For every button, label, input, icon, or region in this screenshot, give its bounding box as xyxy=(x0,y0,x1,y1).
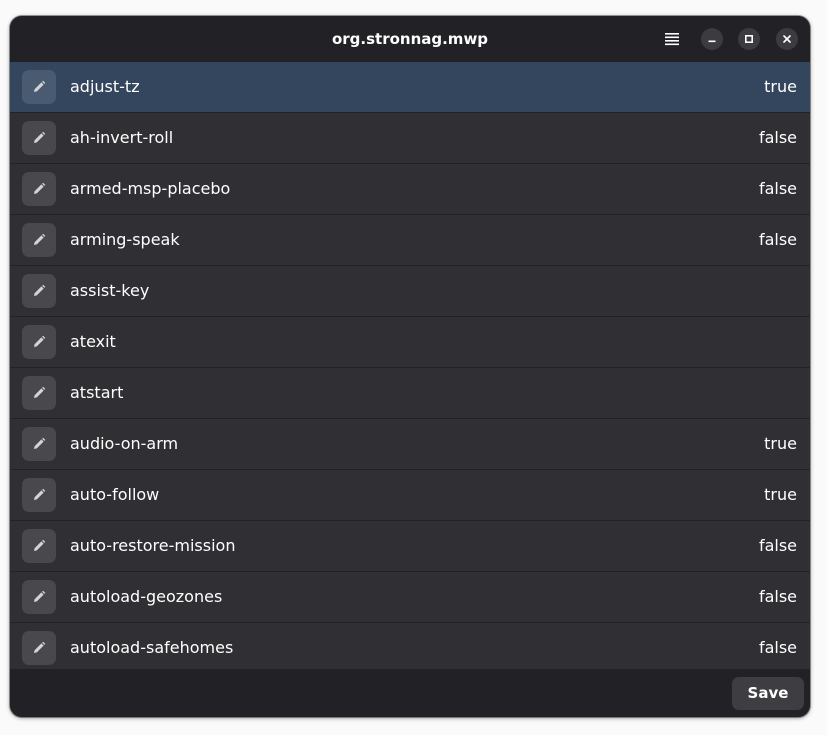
setting-name: autoload-safehomes xyxy=(70,638,234,657)
edit-button[interactable] xyxy=(22,427,56,461)
setting-value: false xyxy=(758,536,797,555)
hamburger-menu-icon xyxy=(665,33,679,46)
setting-name: adjust-tz xyxy=(70,77,140,96)
settings-row-arming-speak[interactable]: arming-speak false xyxy=(10,215,810,266)
pencil-icon xyxy=(34,335,46,347)
edit-button[interactable] xyxy=(22,121,56,155)
settings-list[interactable]: adjust-tz true ah-invert-roll false arme… xyxy=(10,62,810,669)
edit-button[interactable] xyxy=(22,274,56,308)
settings-row-autoload-safehomes[interactable]: autoload-safehomes false xyxy=(10,623,810,669)
setting-value: false xyxy=(758,179,797,198)
pencil-icon xyxy=(34,284,46,296)
footer-bar: Save xyxy=(10,669,810,717)
save-button[interactable]: Save xyxy=(732,677,804,710)
header-bar: org.stronnag.mwp xyxy=(10,16,810,62)
pencil-icon xyxy=(34,182,46,194)
maximize-button[interactable] xyxy=(738,28,760,50)
edit-button[interactable] xyxy=(22,529,56,563)
edit-button[interactable] xyxy=(22,223,56,257)
setting-name: arming-speak xyxy=(70,230,180,249)
settings-row-atstart[interactable]: atstart xyxy=(10,368,810,419)
pencil-icon xyxy=(34,233,46,245)
close-button[interactable] xyxy=(776,28,798,50)
setting-name: atstart xyxy=(70,383,124,402)
setting-name: audio-on-arm xyxy=(70,434,179,453)
setting-name: atexit xyxy=(70,332,116,351)
pencil-icon xyxy=(34,80,46,92)
setting-value: false xyxy=(758,128,797,147)
setting-value: false xyxy=(758,230,797,249)
edit-button[interactable] xyxy=(22,70,56,104)
preferences-window: org.stronnag.mwp adjust-tz true ah-inver… xyxy=(10,16,810,717)
edit-button[interactable] xyxy=(22,580,56,614)
close-icon xyxy=(783,35,791,43)
settings-row-assist-key[interactable]: assist-key xyxy=(10,266,810,317)
setting-value: true xyxy=(764,485,797,504)
pencil-icon xyxy=(34,539,46,551)
settings-row-atexit[interactable]: atexit xyxy=(10,317,810,368)
edit-button[interactable] xyxy=(22,325,56,359)
setting-name: ah-invert-roll xyxy=(70,128,174,147)
setting-name: autoload-geozones xyxy=(70,587,223,606)
settings-row-ah-invert-roll[interactable]: ah-invert-roll false xyxy=(10,113,810,164)
settings-row-autoload-geozones[interactable]: autoload-geozones false xyxy=(10,572,810,623)
edit-button[interactable] xyxy=(22,376,56,410)
edit-button[interactable] xyxy=(22,478,56,512)
minimize-button[interactable] xyxy=(701,28,723,50)
pencil-icon xyxy=(34,488,46,500)
pencil-icon xyxy=(34,590,46,602)
pencil-icon xyxy=(34,641,46,653)
pencil-icon xyxy=(34,386,46,398)
setting-value: false xyxy=(758,587,797,606)
settings-row-auto-follow[interactable]: auto-follow true xyxy=(10,470,810,521)
edit-button[interactable] xyxy=(22,172,56,206)
setting-value: true xyxy=(764,77,797,96)
settings-row-armed-msp-placebo[interactable]: armed-msp-placebo false xyxy=(10,164,810,215)
setting-value: true xyxy=(764,434,797,453)
main-menu-button[interactable] xyxy=(658,26,686,52)
setting-name: auto-restore-mission xyxy=(70,536,236,555)
setting-name: assist-key xyxy=(70,281,150,300)
minimize-icon xyxy=(708,40,716,43)
setting-value: false xyxy=(758,638,797,657)
pencil-icon xyxy=(34,131,46,143)
settings-row-audio-on-arm[interactable]: audio-on-arm true xyxy=(10,419,810,470)
setting-name: auto-follow xyxy=(70,485,160,504)
setting-name: armed-msp-placebo xyxy=(70,179,231,198)
window-title: org.stronnag.mwp xyxy=(331,30,489,48)
settings-row-auto-restore-mission[interactable]: auto-restore-mission false xyxy=(10,521,810,572)
settings-row-adjust-tz[interactable]: adjust-tz true xyxy=(10,62,810,113)
maximize-icon xyxy=(744,34,754,44)
edit-button[interactable] xyxy=(22,631,56,665)
pencil-icon xyxy=(34,437,46,449)
